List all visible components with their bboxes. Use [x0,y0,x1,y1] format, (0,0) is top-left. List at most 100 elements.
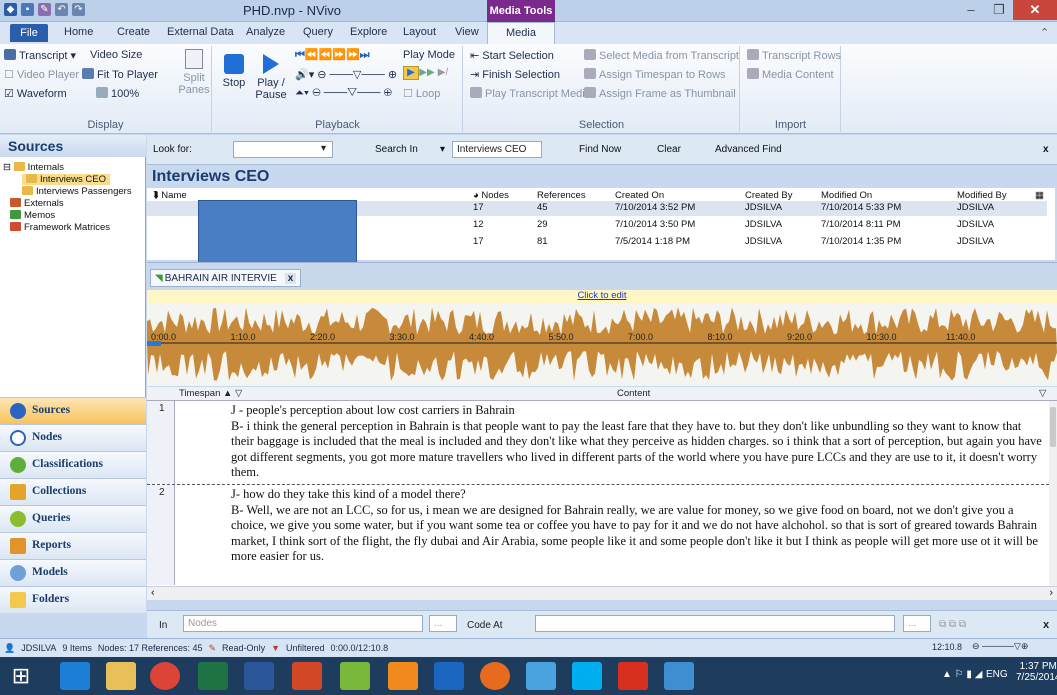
clock[interactable]: 1:37 PM 7/25/2014 [1016,661,1057,683]
language-indicator[interactable]: ENG [986,669,1008,680]
tab-home[interactable]: Home [64,26,93,38]
synchronized-play-icon[interactable]: ▶▶ [419,67,435,81]
chrome-icon[interactable] [150,662,180,690]
windows-start-icon[interactable]: ⊞ [6,662,36,690]
row-content[interactable]: J- how do they take this kind of a model… [231,487,1043,565]
assign-frame-button[interactable]: Assign Frame as Thumbnail [584,87,736,100]
nav-reports[interactable]: Reports [0,532,146,559]
search-in-button[interactable]: Search In [375,144,418,155]
nav-queries[interactable]: Queries [0,505,146,532]
tree-interviews-passengers[interactable]: Interviews Passengers [22,186,132,197]
column-name[interactable]: ⮯ Name [153,190,187,201]
code-at-browse-button[interactable]: ... [903,615,931,632]
close-find-icon[interactable]: x [1043,144,1049,155]
tree-framework-matrices[interactable]: Framework Matrices [10,222,110,233]
search-in-dropdown-icon[interactable]: ▾ [440,144,445,155]
tab-external-data[interactable]: External Data [167,26,234,38]
firefox-icon[interactable] [480,662,510,690]
redo-icon[interactable]: ↷ [72,3,85,16]
transcript-row[interactable]: 2 J- how do they take this kind of a mod… [147,485,1049,585]
browse-button[interactable]: ... [429,615,457,632]
speed-slider[interactable]: ⏶▾ ⊖ ───▽─── ⊕ [295,87,392,100]
scroll-thumb[interactable] [1050,407,1056,447]
ribbon-collapse-icon[interactable]: ⌃ [1040,26,1049,39]
tab-analyze[interactable]: Analyze [246,26,285,38]
nav-classifications[interactable]: Classifications [0,451,146,478]
loop-checkbox[interactable]: ☐ Loop [403,87,440,100]
tab-create[interactable]: Create [117,26,150,38]
acrobat-icon[interactable] [618,662,648,690]
transcribe-play-icon[interactable]: ▶/ [435,67,451,81]
word-icon[interactable] [244,662,274,690]
outlook-icon[interactable] [434,662,464,690]
search-scope-field[interactable]: Interviews CEO [452,141,542,158]
nav-nodes[interactable]: Nodes [0,424,146,451]
nvivo-logo-icon[interactable]: ◆ [4,3,17,16]
file-explorer-icon[interactable] [106,662,136,690]
system-tray-icons[interactable]: ▲ ⚐ ▮ ◢ [942,669,982,680]
nav-sources[interactable]: Sources [0,397,146,424]
find-now-button[interactable]: Find Now [579,144,621,155]
finish-selection-button[interactable]: ⇥ Finish Selection [470,68,560,81]
column-modified-on[interactable]: Modified On [821,190,872,201]
tab-query[interactable]: Query [303,26,333,38]
in-nodes-input[interactable]: Nodes [183,615,423,632]
nav-collections[interactable]: Collections [0,478,146,505]
transcript-rows-button[interactable]: Transcript Rows [747,49,841,62]
column-modified-by[interactable]: Modified By [957,190,1007,201]
volume-slider[interactable]: 🔊▾ ⊖ ───▽─── ⊕ [295,68,397,81]
split-panes-button[interactable]: Split Panes [178,49,210,96]
video-player-checkbox[interactable]: ☐ Video Player [4,68,79,81]
column-nodes[interactable]: ◕ Nodes [473,190,509,201]
clear-button[interactable]: Clear [657,144,681,155]
scroll-right-icon[interactable]: › [1049,587,1053,599]
coding-tools-icon[interactable]: ⧉ ⧉ ⧉ [939,619,966,630]
excel-icon[interactable] [198,662,228,690]
app-icon[interactable] [526,662,556,690]
undo-icon[interactable]: ↶ [55,3,68,16]
click-to-edit-link[interactable]: Click to edit [147,290,1057,304]
zoom-button[interactable]: 100% [96,87,139,100]
minimize-icon[interactable]: – [957,0,985,20]
waveform[interactable]: 0:00.0 1:10.0 2:20.0 3:30.0 4:40.0 5:50.0 7:00… [147,304,1057,386]
horizontal-scrollbar[interactable]: ‹ › [147,586,1057,600]
column-chooser-icon[interactable]: ▦ [1035,190,1044,201]
internet-explorer-icon[interactable] [60,662,90,690]
playhead-marker[interactable] [147,341,161,346]
document-tab[interactable]: ◥ BAHRAIN AIR INTERVIE x [150,269,302,287]
maximize-icon[interactable]: ❐ [985,0,1013,20]
play-mode-buttons[interactable]: ▶ ▶▶ ▶/ [403,66,451,81]
transcript-row[interactable]: 1 J - people's perception about low cost… [147,401,1049,485]
close-tab-icon[interactable]: x [284,272,297,284]
close-coding-bar-icon[interactable]: x [1043,619,1049,631]
stop-button[interactable]: Stop [217,54,251,89]
start-selection-button[interactable]: ⇤ Start Selection [470,49,554,62]
code-at-input[interactable] [535,615,895,632]
column-created-on[interactable]: Created On [615,190,664,201]
scroll-left-icon[interactable]: ‹ [151,587,155,599]
nvivo-taskbar-icon[interactable] [340,662,370,690]
play-transcript-media-button[interactable]: Play Transcript Media [470,87,591,100]
column-created-by[interactable]: Created By [745,190,793,201]
save-icon[interactable]: ▪ [21,3,34,16]
tree-memos[interactable]: Memos [10,210,55,221]
vlc-icon[interactable] [388,662,418,690]
edit-icon[interactable]: ✎ [38,3,51,16]
select-media-button[interactable]: Select Media from Transcript [584,49,739,62]
advanced-find-button[interactable]: Advanced Find [715,144,782,155]
tab-view[interactable]: View [455,26,479,38]
tree-interviews-ceo[interactable]: Interviews CEO [22,174,110,185]
nav-folders[interactable]: Folders [0,586,146,613]
tab-file[interactable]: File [10,24,48,42]
nav-models[interactable]: Models [0,559,146,586]
powerpoint-icon[interactable] [292,662,322,690]
assign-timespan-button[interactable]: Assign Timespan to Rows [584,68,726,81]
zoom-slider[interactable]: ⊖ ─────▽⊕ [972,641,1028,652]
normal-play-icon[interactable]: ▶ [403,66,419,80]
tab-layout[interactable]: Layout [403,26,436,38]
tab-media[interactable]: Media [487,22,555,44]
play-pause-button[interactable]: Play / Pause [251,54,291,101]
content-column-header[interactable]: Content [617,388,650,399]
tree-externals[interactable]: Externals [10,198,64,209]
network-app-icon[interactable] [664,662,694,690]
